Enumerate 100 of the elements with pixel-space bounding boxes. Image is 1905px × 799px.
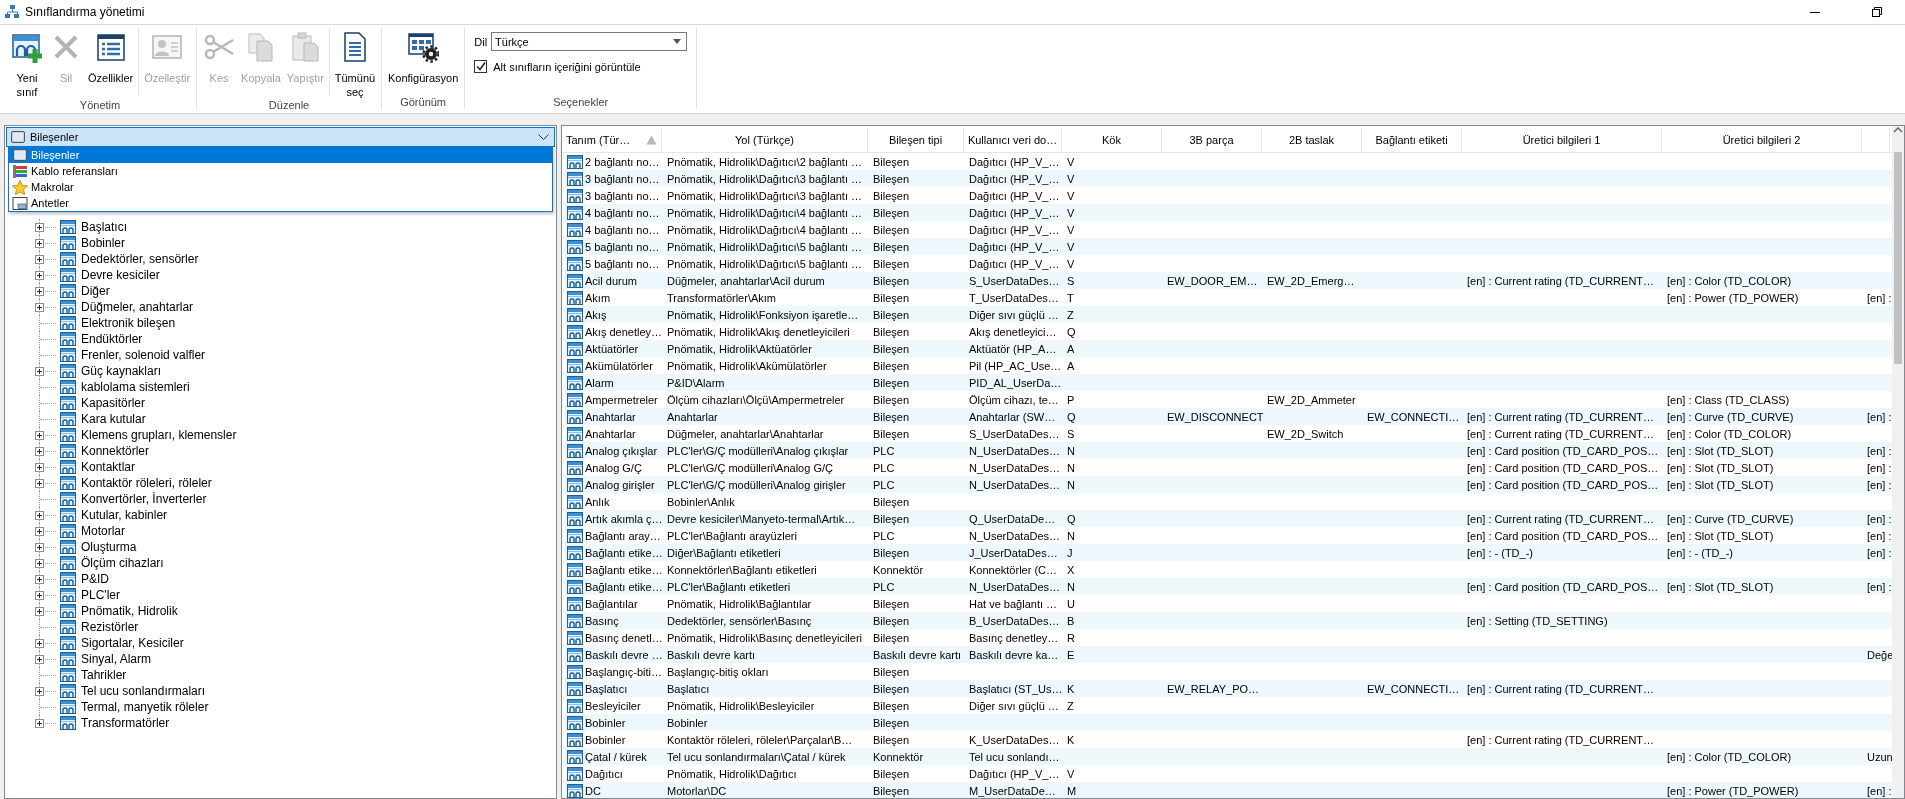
table-cell: S_UserDataDes…	[969, 274, 1060, 287]
dropdown-option[interactable]: Makrolar	[9, 179, 552, 195]
tree-item[interactable]: Konvertörler, İnverterler	[81, 492, 207, 506]
table-cell: Dağıtıcı (HP_V_…	[969, 223, 1060, 236]
tree-item[interactable]: Oluşturma	[81, 540, 137, 554]
column-header[interactable]: Kullanıcı veri do…	[964, 128, 1062, 152]
table-cell: PLC	[873, 444, 895, 457]
table-cell: A	[1067, 359, 1075, 372]
table-cell: Alarm	[585, 376, 614, 389]
tree-item[interactable]: Transformatörler	[81, 716, 170, 730]
table-cell: Bağlantı aray…	[585, 529, 661, 542]
table-cell: [en] : - (TD_-)	[1467, 546, 1533, 559]
column-header[interactable]: Üretici bilgileri 1	[1462, 128, 1662, 152]
table-cell: Bileşen	[873, 172, 910, 185]
column-header[interactable]: Bağlantı etiketi	[1362, 128, 1462, 152]
tree-item[interactable]: Kutular, kabinler	[81, 508, 168, 522]
table-cell: Analog girişler	[585, 478, 655, 491]
tree-item[interactable]: Kapasitörler	[81, 396, 146, 410]
tree-item[interactable]: P&ID	[81, 572, 109, 586]
table-cell: Baskılı devre …	[585, 648, 663, 661]
tree-item[interactable]: Bobinler	[81, 236, 126, 250]
tree-item[interactable]: Kontaktlar	[81, 460, 136, 474]
table-cell: Başlangıç-bitiş okları	[667, 665, 769, 678]
ribbon-button[interactable]: Özellikler	[85, 28, 137, 85]
table-cell: Bileşen	[873, 495, 910, 508]
tree-item[interactable]: Kara kutular	[81, 412, 146, 426]
category-dropdown[interactable]: Bileşenler	[6, 127, 555, 147]
tree-item[interactable]: Konnektörler	[81, 444, 150, 458]
tree-item[interactable]: Sinyal, Alarm	[81, 652, 152, 666]
table-cell: Başlatıcı	[585, 682, 628, 695]
dropdown-option[interactable]: Antetler	[9, 195, 552, 211]
table-cell: [en] : Current rating (TD_CURRENT…	[1467, 410, 1655, 423]
table-cell: PLC'ler\G/Ç modülleri\Analog çıkışlar	[667, 444, 849, 457]
table-cell: Bileşen	[873, 155, 910, 168]
table-cell: 3 bağlantı no…	[585, 172, 660, 185]
table-cell: Bileşen	[873, 393, 910, 406]
tree-item[interactable]: Düğmeler, anahtarlar	[81, 300, 194, 314]
tree-item[interactable]: Dedektörler, sensörler	[81, 252, 199, 266]
dropdown-option[interactable]: Bileşenler	[9, 147, 552, 163]
column-header[interactable]: Bileşen tipi	[868, 128, 964, 152]
tree-item[interactable]: kablolama sistemleri	[81, 380, 190, 394]
table-cell: Dağıtıcı	[585, 767, 623, 780]
table-cell: Anahtarlar	[585, 427, 636, 440]
table-cell: Devre kesiciler\Manyeto-termal\Artık…	[667, 512, 856, 525]
table-cell: V	[1067, 206, 1075, 219]
group-label: Seçenekler	[552, 96, 610, 110]
table-cell: [en] : Slot (TD_SLOT)	[1667, 444, 1774, 457]
tree-item[interactable]: Tahrikler	[81, 668, 127, 682]
table-cell: Dağıtıcı (HP_V_…	[969, 189, 1060, 202]
column-header[interactable]: 2B taslak	[1262, 128, 1362, 152]
table-cell: Motorlar\DC	[667, 784, 727, 797]
table-cell: 4 bağlantı no…	[585, 223, 660, 236]
table-cell: Çatal / kürek	[585, 750, 647, 763]
tree-item[interactable]: Sigortalar, Kesiciler	[81, 636, 184, 650]
tree-item[interactable]: Motorlar	[81, 524, 125, 538]
table-cell: Konnektörler (C…	[969, 563, 1058, 576]
column-header[interactable]: Üretici bilgileri 2	[1662, 128, 1862, 152]
table-cell: PLC'ler\G/Ç modülleri\Analog G/Ç	[667, 461, 833, 474]
group-label: Düzenle	[267, 99, 311, 113]
ribbon-button[interactable]: Yeni sınıf	[7, 28, 47, 99]
checkbox-label: Alt sınıfların içeriğini görüntüle	[493, 60, 641, 73]
tree-item[interactable]: Frenler, solenoid valfler	[81, 348, 206, 362]
table-cell: N	[1067, 444, 1075, 457]
dropdown-option[interactable]: Kablo referansları	[9, 163, 552, 179]
tree-item[interactable]: Güç kaynakları	[81, 364, 162, 378]
tree-item[interactable]: Başlatıcı	[81, 220, 128, 234]
tree-item[interactable]: Tel ucu sonlandırmaları	[81, 684, 206, 698]
tree-item[interactable]: Devre kesiciler	[81, 268, 160, 282]
tree-item[interactable]: Rezistörler	[81, 620, 139, 634]
column-header[interactable]: Tanım (Tür…	[562, 128, 662, 152]
tree-item[interactable]: Endüktörler	[81, 332, 143, 346]
table-cell: Pnömatik, Hidrolik\Dağıtıcı\2 bağlantı …	[667, 155, 863, 168]
column-header[interactable]: 3B parça	[1162, 128, 1262, 152]
table-cell: Bileşen	[873, 342, 910, 355]
ribbon-button[interactable]: Konfigürasyon	[384, 28, 462, 85]
table-cell: B_UserDataDes…	[969, 614, 1060, 627]
tree-item[interactable]: Klemens grupları, klemensler	[81, 428, 237, 442]
tree-item[interactable]: Elektronik bileşen	[81, 316, 176, 330]
table-cell: Bileşen	[873, 512, 910, 525]
table-cell: V	[1067, 767, 1075, 780]
table-cell: EW_DISCONNECT	[1167, 410, 1264, 423]
table-cell: DC	[585, 784, 601, 797]
column-header[interactable]: Yol (Türkçe)	[662, 128, 868, 152]
table-cell: [en] :	[1867, 546, 1892, 559]
tree-item[interactable]: Diğer	[81, 284, 110, 298]
ribbon-button[interactable]: Tümünü seç	[331, 28, 378, 99]
table-cell: [en] :	[1867, 410, 1892, 423]
table-cell: [en] :	[1867, 461, 1892, 474]
table-cell: Pnömatik, Hidrolik\Besleyiciler	[667, 699, 815, 712]
table-cell: Pnömatik, Hidrolik\Bağlantılar	[667, 597, 812, 610]
tree-item[interactable]: Termal, manyetik röleler	[81, 700, 209, 714]
language-dropdown[interactable]: Türkçe	[491, 32, 688, 51]
table-cell: Besleyiciler	[585, 699, 641, 712]
tree-item[interactable]: Ölçüm cihazları	[81, 556, 164, 570]
tree-item[interactable]: PLC'ler	[81, 588, 120, 602]
tree-item[interactable]: Kontaktör röleleri, röleler	[81, 476, 212, 490]
tree-item[interactable]: Pnömatik, Hidrolik	[81, 604, 178, 618]
table-cell: Diğer\Bağlantı etiketleri	[667, 546, 781, 559]
column-header[interactable]: Kök	[1062, 128, 1162, 152]
table-cell: Tel ucu sonlandı…	[969, 750, 1060, 763]
